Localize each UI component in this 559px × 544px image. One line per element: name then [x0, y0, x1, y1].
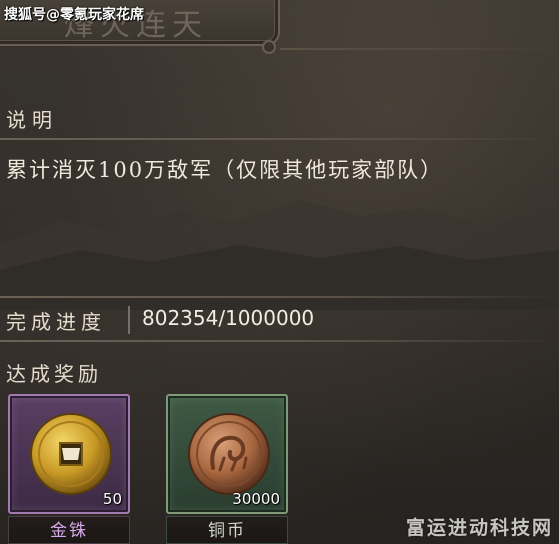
- description-label: 说明: [6, 108, 58, 132]
- progress-value: 802354/1000000: [142, 306, 315, 330]
- progress-top-divider: [0, 296, 559, 298]
- title-rule: [280, 48, 559, 50]
- source-watermark: 搜狐号@零氪玩家花席: [4, 7, 144, 23]
- progress-label: 完成进度: [6, 310, 106, 334]
- reward-quantity: 50: [102, 490, 122, 508]
- progress-bottom-divider: [0, 340, 559, 342]
- site-watermark: 富运进动科技网: [405, 517, 553, 539]
- reward-quantity: 30000: [232, 490, 280, 508]
- reward-card-gold[interactable]: 50: [8, 394, 130, 514]
- gold-coin-icon: [30, 413, 112, 495]
- reward-name-copper: 铜币: [166, 516, 288, 544]
- banner-ornament: [262, 40, 276, 54]
- reward-label: 达成奖励: [6, 362, 102, 386]
- reward-name-gold: 金铢: [8, 516, 130, 544]
- copper-coin-icon: [188, 413, 270, 495]
- description-divider: [0, 138, 559, 140]
- reward-card-copper[interactable]: 30000: [166, 394, 288, 514]
- description-text: 累计消灭100万敌军（仅限其他玩家部队）: [6, 158, 444, 182]
- progress-separator: [128, 306, 130, 334]
